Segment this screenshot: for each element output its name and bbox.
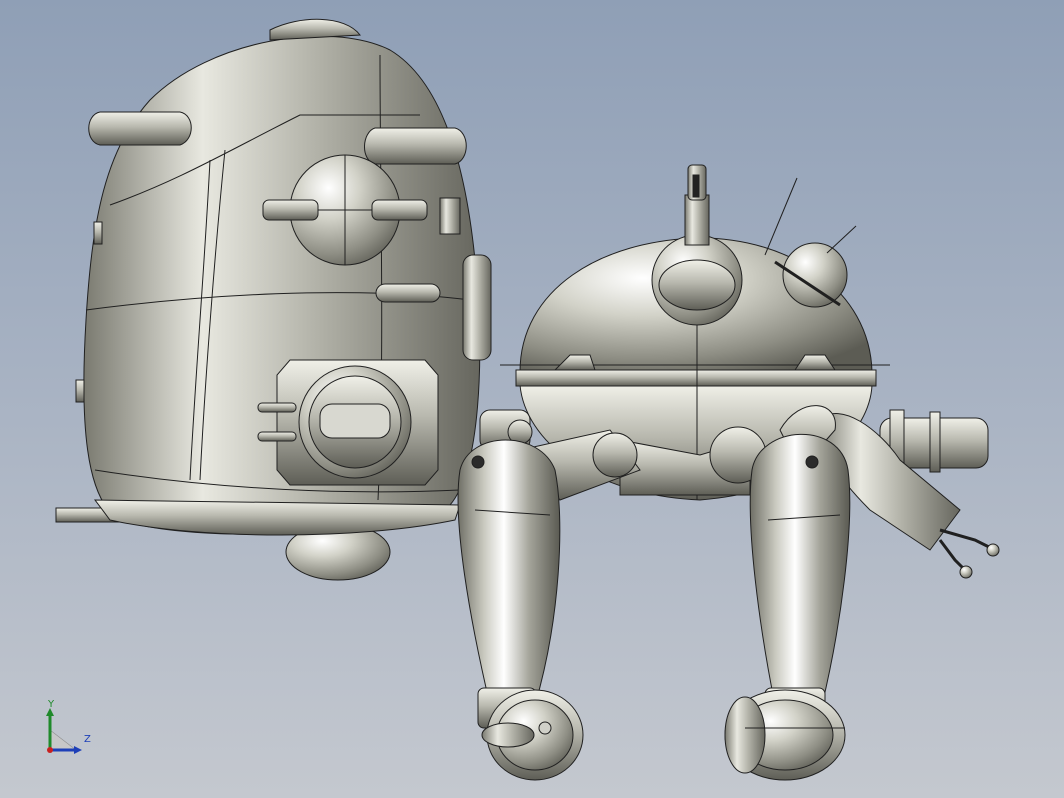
pod-dome-pin-left	[262, 199, 319, 221]
pod-hatch-window	[319, 403, 391, 439]
pod-side-rib	[462, 254, 492, 361]
axis-z-label: Z	[84, 734, 91, 745]
pod-side-cylinder-left	[88, 111, 192, 146]
cad-viewport[interactable]: Y Z	[0, 0, 1064, 798]
coordinate-triad: Y Z	[40, 700, 100, 760]
dome-equator-ring	[515, 369, 877, 387]
dome-antenna-mast	[684, 194, 710, 246]
dome-antenna-wire	[764, 177, 798, 256]
pod-bottom-flange	[93, 499, 461, 536]
right-leg-body	[749, 433, 851, 706]
pod-slot	[375, 283, 441, 303]
3d-model-render[interactable]	[0, 0, 1064, 798]
pod-dome-pin-right	[371, 199, 428, 221]
axis-y-label: Y	[48, 699, 55, 710]
pod-top-cap	[269, 18, 361, 41]
pod-side-cylinder-right	[364, 127, 467, 165]
rear-pod[interactable]	[55, 18, 492, 581]
left-leg[interactable]	[457, 419, 641, 781]
left-leg-body	[457, 439, 561, 706]
